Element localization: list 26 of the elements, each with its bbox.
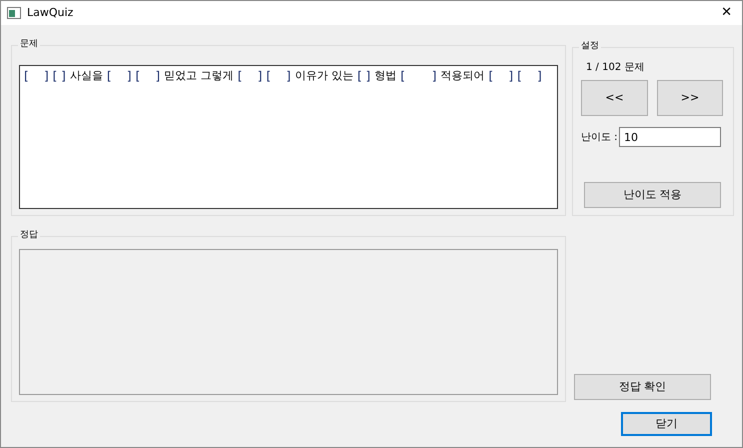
next-button[interactable]: >> (657, 80, 723, 116)
question-counter: 1 / 102 문제 (586, 61, 646, 75)
blank-bracket: [ ] (517, 68, 542, 85)
blank-bracket: [ ] (400, 68, 437, 85)
close-dialog-button[interactable]: 닫기 (621, 412, 712, 436)
difficulty-field[interactable]: 10 (619, 127, 721, 147)
window-title: LawQuiz (27, 4, 74, 21)
blank-bracket: [ ] (52, 68, 66, 85)
question-words: 사실을 (70, 68, 103, 84)
blank-bracket: [ ] (238, 68, 262, 85)
blank-bracket: [ ] (488, 68, 514, 85)
question-words: 적용되어 (440, 68, 485, 84)
question-words: 이유가 있는 (294, 68, 354, 84)
blank-bracket: [ ] (135, 68, 160, 85)
check-answer-button[interactable]: 정답 확인 (574, 374, 711, 400)
app-icon (7, 7, 21, 19)
blank-bracket: [ ] (266, 68, 291, 85)
question-words: 형법 (374, 68, 396, 84)
difficulty-label: 난이도 : (581, 130, 619, 144)
close-button[interactable]: ✕ (721, 3, 732, 23)
previous-button[interactable]: << (581, 80, 648, 116)
blank-bracket: [ ] (24, 68, 49, 85)
blank-bracket: [ ] (106, 68, 132, 85)
blank-bracket: [ ] (357, 68, 370, 85)
question-words: 믿었고 그렇게 (164, 68, 234, 84)
apply-difficulty-button[interactable]: 난이도 적용 (584, 182, 721, 208)
